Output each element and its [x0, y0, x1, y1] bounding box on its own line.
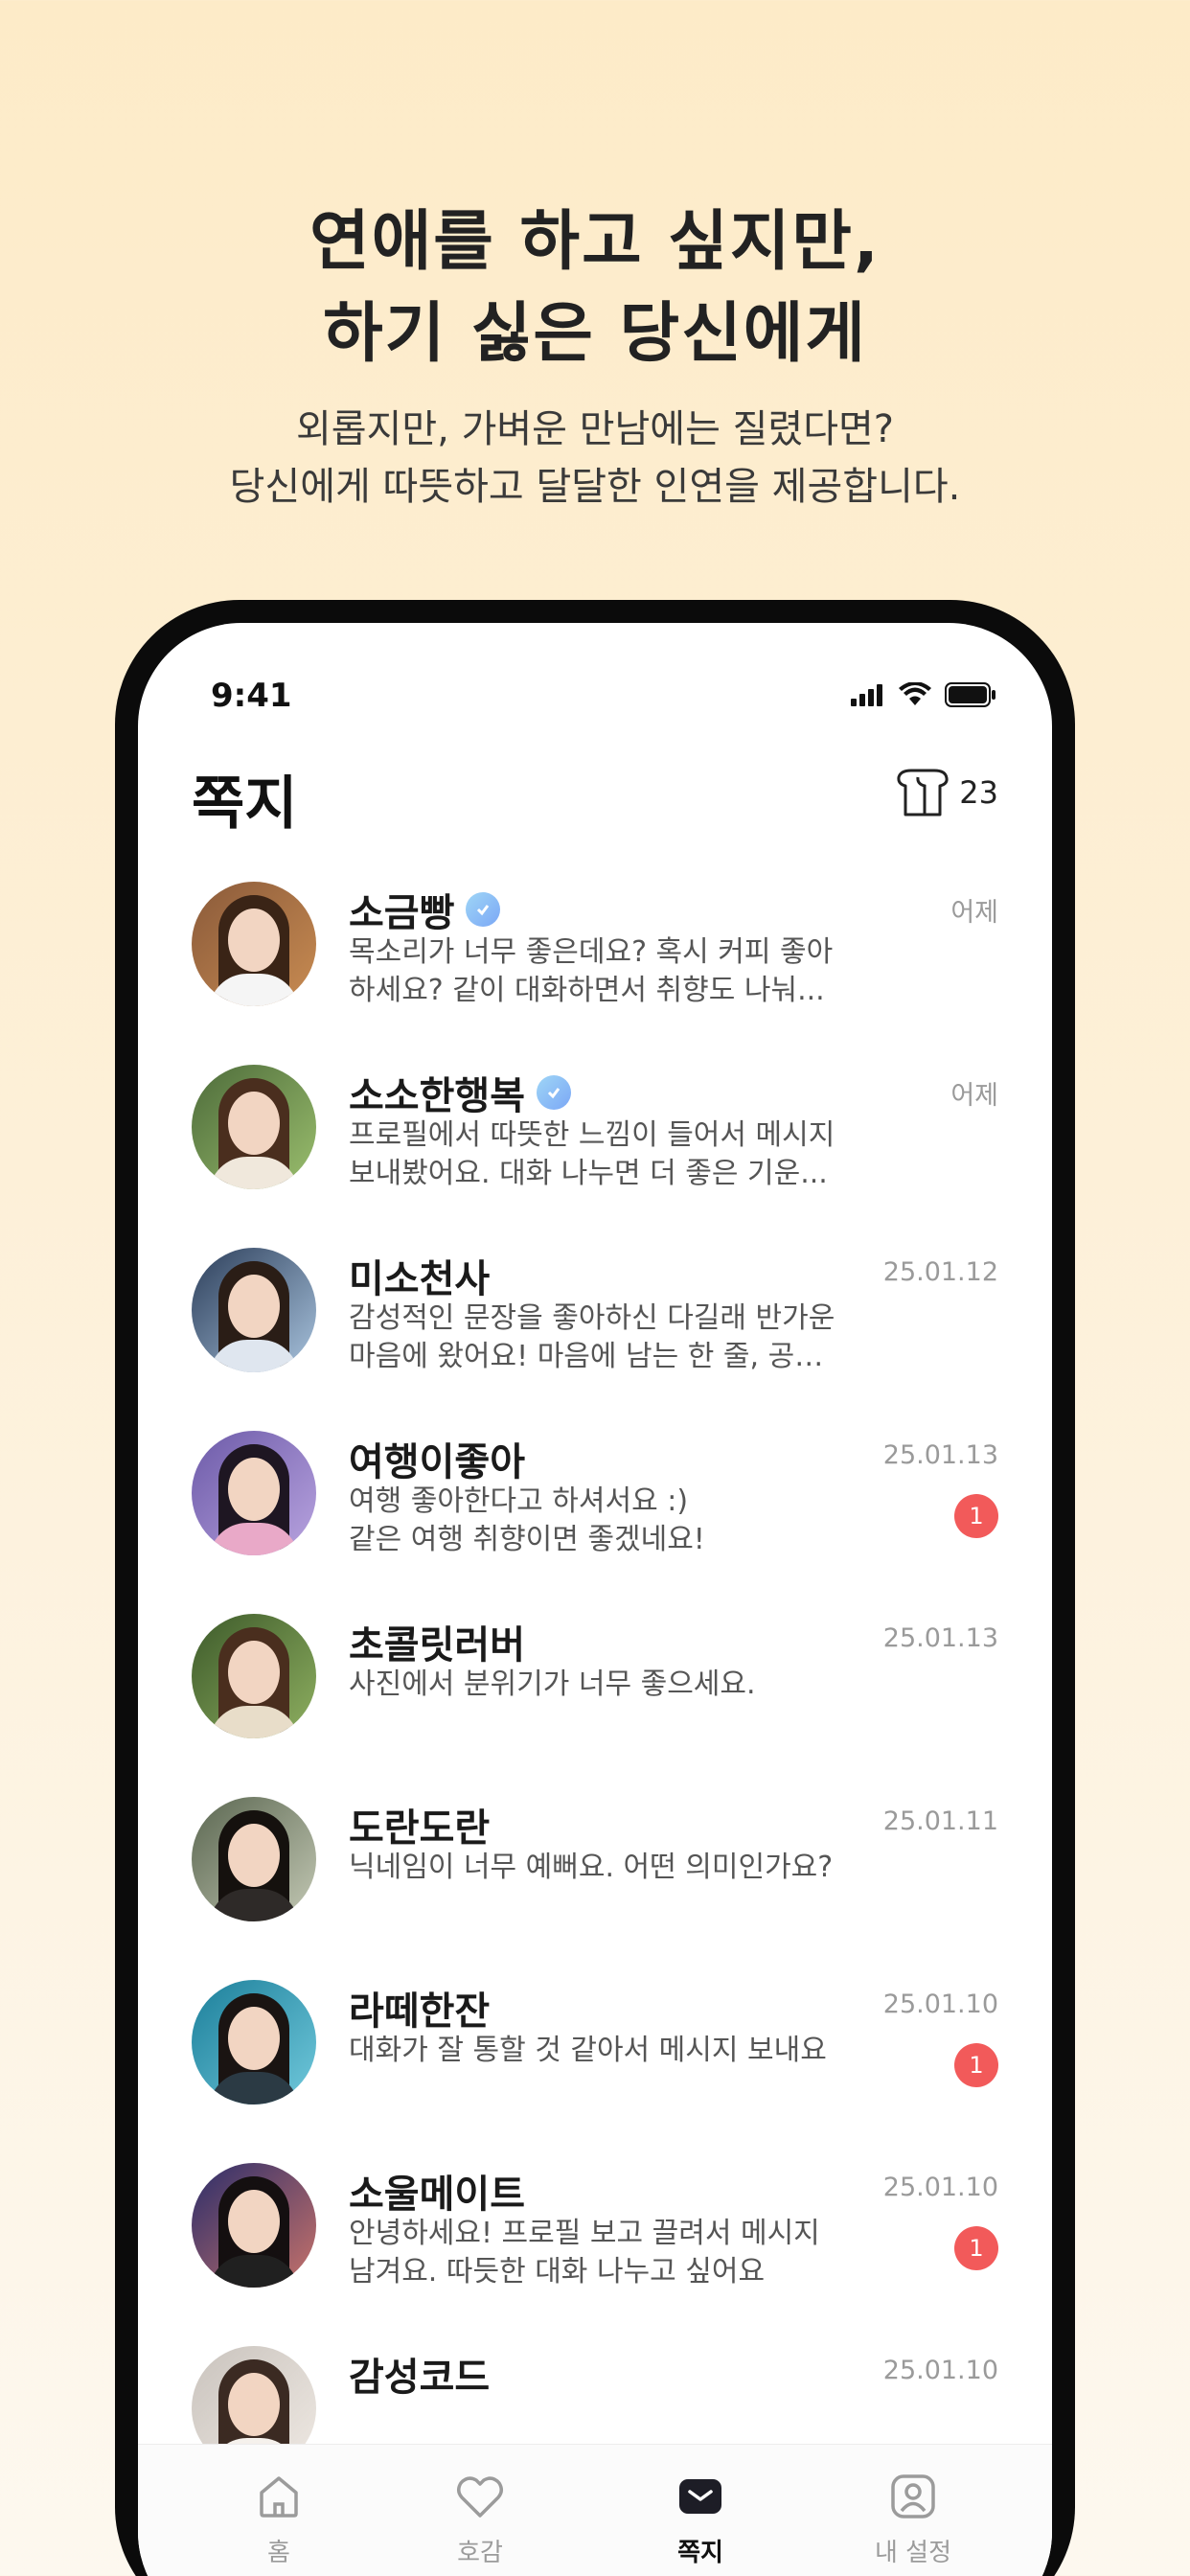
avatar [192, 1797, 316, 1921]
unread-badge: 1 [954, 1494, 998, 1538]
avatar [192, 2163, 316, 2288]
phone-frame: 9:41 쪽지 23 소금빵 목소리가 너무 좋은데요? 혹시 커피 좋아 하세… [115, 600, 1075, 2576]
wifi-icon [899, 682, 931, 705]
message-preview: 사진에서 분위기가 너무 좋으세요. [349, 1668, 756, 1701]
phone-screen: 9:41 쪽지 23 소금빵 목소리가 너무 좋은데요? 혹시 커피 좋아 하세… [138, 623, 1052, 2576]
message-date: 어제 [950, 1081, 998, 1111]
message-date: 25.01.10 [882, 1990, 998, 2019]
promo-subline: 외롭지만, 가벼운 만남에는 질렸다면? 당신에게 따뜻하고 달달한 인연을 제… [0, 401, 1190, 516]
message-preview: 닉네임이 너무 예뻐요. 어떤 의미인가요? [349, 1851, 834, 1884]
message-date: 25.01.10 [882, 2356, 998, 2385]
message-list: 소금빵 목소리가 너무 좋은데요? 혹시 커피 좋아 하세요? 같이 대화하면서… [138, 882, 1052, 2529]
list-item[interactable]: 소울메이트 안녕하세요! 프로필 보고 끌려서 메시지 남겨요. 따듯한 대화 … [138, 2163, 1052, 2346]
message-date: 25.01.11 [882, 1806, 998, 1836]
tab-home[interactable]: 홈 [212, 2470, 346, 2568]
unread-badge: 1 [954, 2043, 998, 2087]
battery-icon [945, 682, 995, 707]
sender-name: 소울메이트 [349, 2173, 525, 2217]
avatar [192, 1248, 316, 1372]
message-preview: 프로필에서 따뜻한 느낌이 들어서 메시지 보내봤어요. 대화 나누면 더 좋은… [349, 1118, 835, 1190]
bread-icon [897, 769, 949, 816]
verified-icon [537, 1075, 571, 1110]
list-item[interactable]: 라떼한잔 대화가 잘 통할 것 같아서 메시지 보내요 25.01.10 1 [138, 1980, 1052, 2163]
message-date: 25.01.13 [882, 1623, 998, 1653]
avatar [192, 882, 316, 1006]
message-date: 25.01.13 [882, 1440, 998, 1470]
avatar [192, 1431, 316, 1555]
profile-icon [891, 2474, 935, 2518]
list-item[interactable]: 여행이좋아 여행 좋아한다고 하셔서요 :) 같은 여행 취향이면 좋겠네요! … [138, 1431, 1052, 1614]
page-title: 쪽지 [192, 770, 298, 838]
list-item[interactable]: 소금빵 목소리가 너무 좋은데요? 혹시 커피 좋아 하세요? 같이 대화하면서… [138, 882, 1052, 1065]
avatar [192, 1614, 316, 1738]
sender-name: 소소한행복 [349, 1074, 525, 1118]
sender-name: 초콜릿러버 [349, 1623, 525, 1668]
mail-icon [679, 2479, 721, 2514]
tab-favorites[interactable]: 호감 [413, 2470, 547, 2568]
subline-2: 당신에게 따뜻하고 달달한 인연을 제공합니다. [229, 465, 961, 509]
list-item[interactable]: 소소한행복 프로필에서 따뜻한 느낌이 들어서 메시지 보내봤어요. 대화 나누… [138, 1065, 1052, 1248]
status-icons [851, 682, 996, 707]
sender-name: 여행이좋아 [349, 1440, 525, 1484]
tab-messages[interactable]: 쪽지 [633, 2470, 767, 2568]
avatar [192, 1065, 316, 1189]
status-time: 9:41 [211, 677, 292, 715]
tab-bar: 홈 호감 쪽지 내 설정 [138, 2444, 1052, 2576]
message-date: 25.01.10 [882, 2173, 998, 2202]
cellular-icon [851, 684, 882, 706]
list-item[interactable]: 초콜릿러버 사진에서 분위기가 너무 좋으세요. 25.01.13 [138, 1614, 1052, 1797]
message-preview: 여행 좋아한다고 하셔서요 :) 같은 여행 취향이면 좋겠네요! [349, 1484, 705, 1556]
message-date: 25.01.12 [882, 1257, 998, 1287]
promo-headline: 연애를 하고 싶지만, 하기 싫은 당신에게 [0, 196, 1190, 380]
subline-1: 외롭지만, 가벼운 만남에는 질렸다면? [295, 407, 895, 451]
message-preview: 감성적인 문장을 좋아하신 다길래 반가운 마음에 왔어요! 마음에 남는 한 … [349, 1301, 847, 1373]
credit-count: 23 [959, 774, 998, 811]
credit-counter[interactable]: 23 [896, 769, 998, 816]
sender-name: 미소천사 [349, 1257, 491, 1301]
avatar [192, 1980, 316, 2104]
sender-name: 도란도란 [349, 1806, 491, 1851]
headline-line-1: 연애를 하고 싶지만, [309, 204, 881, 280]
list-item[interactable]: 미소천사 감성적인 문장을 좋아하신 다길래 반가운 마음에 왔어요! 마음에 … [138, 1248, 1052, 1431]
sender-name: 라떼한잔 [349, 1990, 491, 2034]
verified-icon [466, 892, 501, 927]
status-bar: 9:41 [138, 677, 1052, 724]
message-preview: 대화가 잘 통할 것 같아서 메시지 보내요 [349, 2034, 827, 2067]
list-item[interactable]: 도란도란 닉네임이 너무 예뻐요. 어떤 의미인가요? 25.01.11 [138, 1797, 1052, 1980]
message-date: 어제 [950, 898, 998, 928]
headline-line-2: 하기 싫은 당신에게 [323, 296, 867, 372]
home-icon [260, 2476, 298, 2518]
message-preview: 안녕하세요! 프로필 보고 끌려서 메시지 남겨요. 따듯한 대화 나누고 싶어… [349, 2217, 820, 2288]
sender-name: 소금빵 [349, 891, 455, 935]
message-preview: 목소리가 너무 좋은데요? 혹시 커피 좋아 하세요? 같이 대화하면서 취향도… [349, 935, 834, 1007]
sender-name: 감성코드 [349, 2356, 491, 2400]
tab-my-settings[interactable]: 내 설정 [846, 2470, 980, 2568]
unread-badge: 1 [954, 2226, 998, 2270]
heart-icon [457, 2476, 503, 2518]
